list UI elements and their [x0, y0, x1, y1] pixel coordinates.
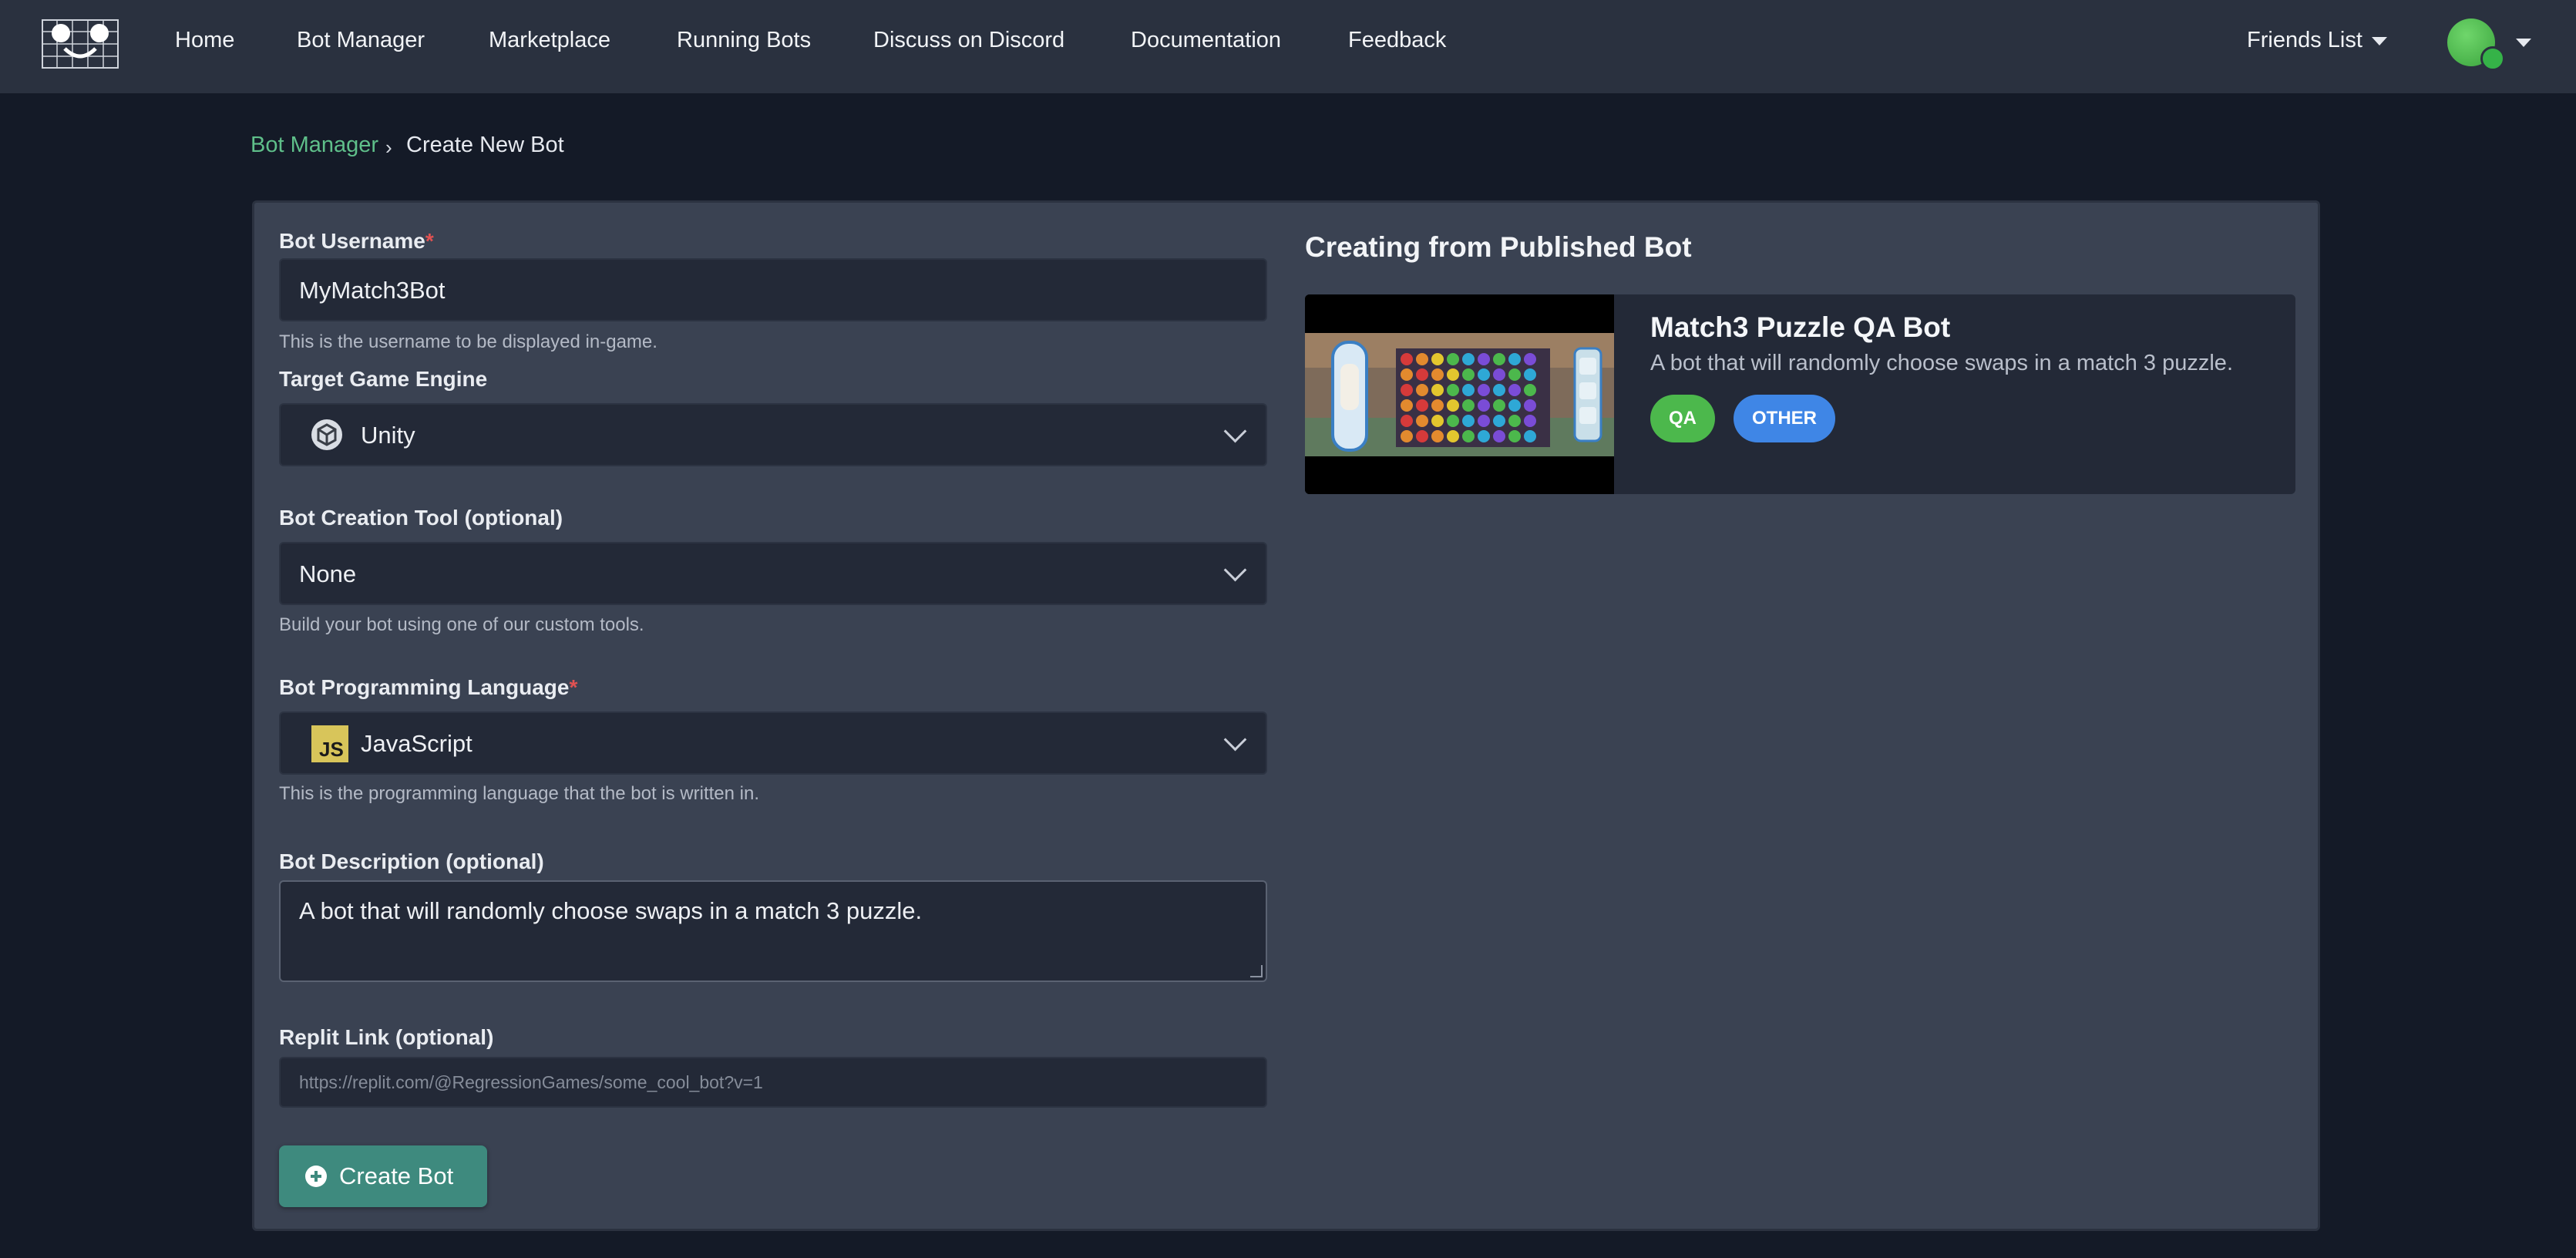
description-textarea[interactable]: A bot that will randomly choose swaps in… — [279, 880, 1267, 982]
published-bot-card[interactable]: Match3 Puzzle QA Bot A bot that will ran… — [1305, 294, 2295, 494]
nav-marketplace[interactable]: Marketplace — [489, 28, 610, 53]
programming-language-select[interactable]: JS JavaScript — [279, 711, 1267, 775]
unity-icon — [311, 419, 342, 450]
game-engine-value: Unity — [361, 422, 415, 449]
chevron-right-icon: › — [385, 136, 392, 159]
programming-language-help: This is the programming language that th… — [279, 783, 759, 804]
nav-feedback[interactable]: Feedback — [1348, 28, 1446, 53]
bot-username-help: This is the username to be displayed in-… — [279, 331, 657, 352]
nav-documentation[interactable]: Documentation — [1131, 28, 1281, 53]
online-status-dot — [2480, 46, 2505, 71]
game-engine-label: Target Game Engine — [279, 367, 488, 391]
plus-circle-icon — [305, 1166, 327, 1187]
bot-username-input[interactable]: MyMatch3Bot — [279, 258, 1267, 321]
creation-tool-select[interactable]: None — [279, 542, 1267, 605]
breadcrumb-bot-manager[interactable]: Bot Manager — [251, 133, 378, 158]
required-mark: * — [425, 229, 434, 253]
chevron-down-icon — [1223, 419, 1247, 443]
nav-discord[interactable]: Discuss on Discord — [873, 28, 1064, 53]
nav-bot-manager[interactable]: Bot Manager — [297, 28, 425, 53]
bot-username-value: MyMatch3Bot — [299, 277, 446, 304]
replit-link-label: Replit Link (optional) — [279, 1025, 494, 1049]
programming-language-label-text: Bot Programming Language — [279, 675, 570, 699]
creation-tool-value: None — [299, 560, 357, 587]
creation-tool-help: Build your bot using one of our custom t… — [279, 614, 644, 635]
create-bot-button-label: Create Bot — [339, 1162, 454, 1189]
caret-down-icon[interactable] — [2516, 39, 2531, 47]
breadcrumb-current: Create New Bot — [406, 133, 564, 157]
replit-link-input[interactable]: https://replit.com/@RegressionGames/some… — [279, 1057, 1267, 1108]
create-bot-button[interactable]: Create Bot — [279, 1145, 487, 1207]
friends-list-dropdown[interactable]: Friends List — [2247, 28, 2387, 53]
nav-running-bots[interactable]: Running Bots — [677, 28, 811, 53]
tag-qa[interactable]: QA — [1650, 395, 1715, 442]
replit-link-placeholder: https://replit.com/@RegressionGames/some… — [299, 1072, 763, 1092]
javascript-icon: JS — [311, 725, 348, 762]
creation-tool-label: Bot Creation Tool (optional) — [279, 506, 563, 530]
game-engine-select[interactable]: Unity — [279, 403, 1267, 466]
bot-thumbnail-image — [1305, 294, 1614, 494]
bot-username-label: Bot Username* — [279, 229, 434, 254]
required-mark: * — [569, 675, 578, 699]
caret-down-icon — [2371, 36, 2387, 45]
programming-language-label: Bot Programming Language* — [279, 675, 577, 700]
description-value: A bot that will randomly choose swaps in… — [299, 897, 923, 924]
published-bot-description: A bot that will randomly choose swaps in… — [1650, 351, 2233, 375]
nav-home[interactable]: Home — [175, 28, 234, 53]
bot-username-label-text: Bot Username — [279, 229, 425, 253]
chevron-down-icon — [1223, 558, 1247, 582]
chevron-down-icon — [1223, 728, 1247, 752]
tag-other[interactable]: OTHER — [1734, 395, 1835, 442]
friends-list-label: Friends List — [2247, 28, 2362, 52]
app-logo[interactable] — [42, 19, 119, 69]
description-label: Bot Description (optional) — [279, 849, 544, 873]
resize-handle-icon[interactable] — [1250, 965, 1263, 977]
published-bot-heading: Creating from Published Bot — [1305, 231, 1692, 263]
programming-language-value: JavaScript — [361, 730, 472, 757]
published-bot-name: Match3 Puzzle QA Bot — [1650, 311, 1951, 343]
